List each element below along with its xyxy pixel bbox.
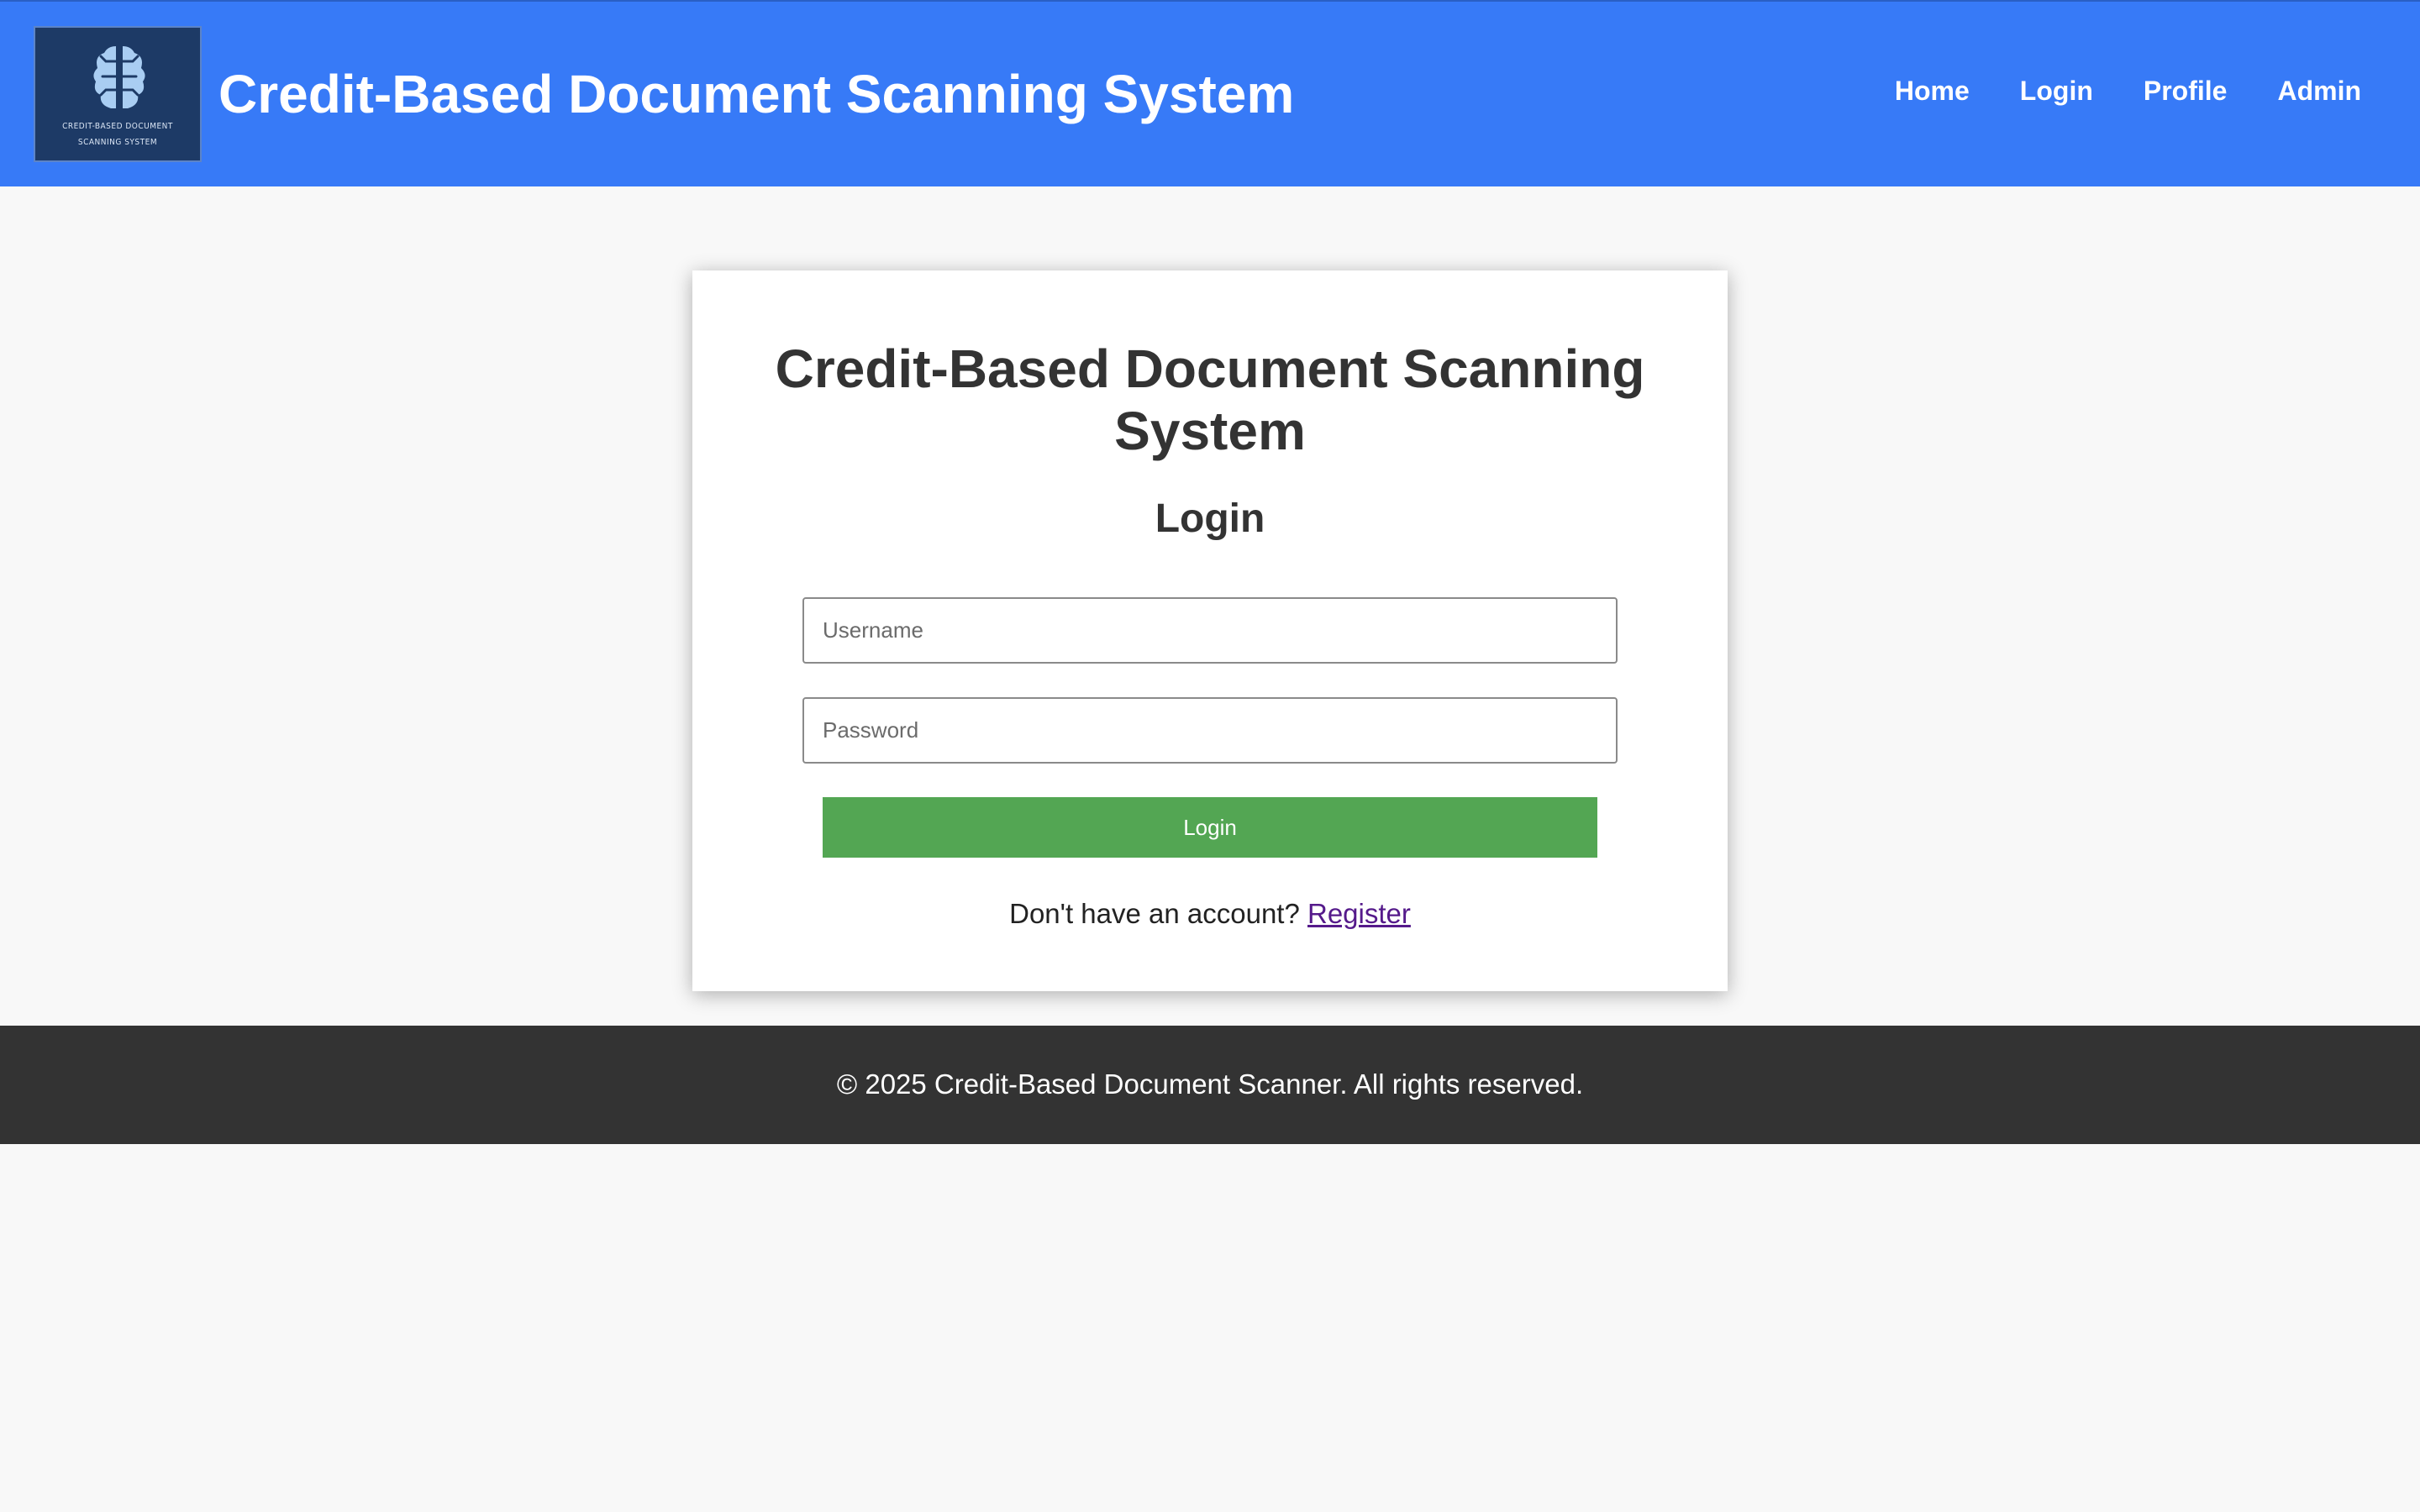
- register-link[interactable]: Register: [1307, 898, 1411, 929]
- main-nav: Home Login Profile Admin: [1895, 74, 2361, 108]
- login-heading: Login: [1155, 496, 1265, 541]
- nav-profile-link[interactable]: Profile: [2144, 74, 2228, 108]
- logo-text-line2: SCANNING SYSTEM: [77, 138, 158, 147]
- register-prompt-text: Don't have an account?: [1009, 898, 1307, 929]
- site-title: Credit-Based Document Scanning System: [218, 64, 1295, 124]
- nav-home-link[interactable]: Home: [1895, 74, 1970, 108]
- brain-icon: [93, 46, 145, 108]
- register-prompt: Don't have an account? Register: [692, 897, 1728, 931]
- site-logo[interactable]: CREDIT-BASED DOCUMENT SCANNING SYSTEM: [34, 26, 202, 162]
- card-title: Credit-Based Document Scanning System: [775, 339, 1645, 461]
- password-input[interactable]: [802, 697, 1618, 764]
- site-footer: © 2025 Credit-Based Document Scanner. Al…: [0, 1026, 2420, 1144]
- nav-admin-link[interactable]: Admin: [2277, 74, 2361, 108]
- logo-text-line1: CREDIT-BASED DOCUMENT: [62, 122, 173, 131]
- login-card: Credit-Based Document Scanning System Lo…: [692, 270, 1728, 991]
- nav-login-link[interactable]: Login: [2020, 74, 2093, 108]
- login-button[interactable]: Login: [823, 797, 1597, 858]
- username-input[interactable]: [802, 597, 1618, 664]
- footer-copyright: © 2025 Credit-Based Document Scanner. Al…: [836, 1068, 1584, 1100]
- site-header: CREDIT-BASED DOCUMENT SCANNING SYSTEM Cr…: [0, 0, 2420, 186]
